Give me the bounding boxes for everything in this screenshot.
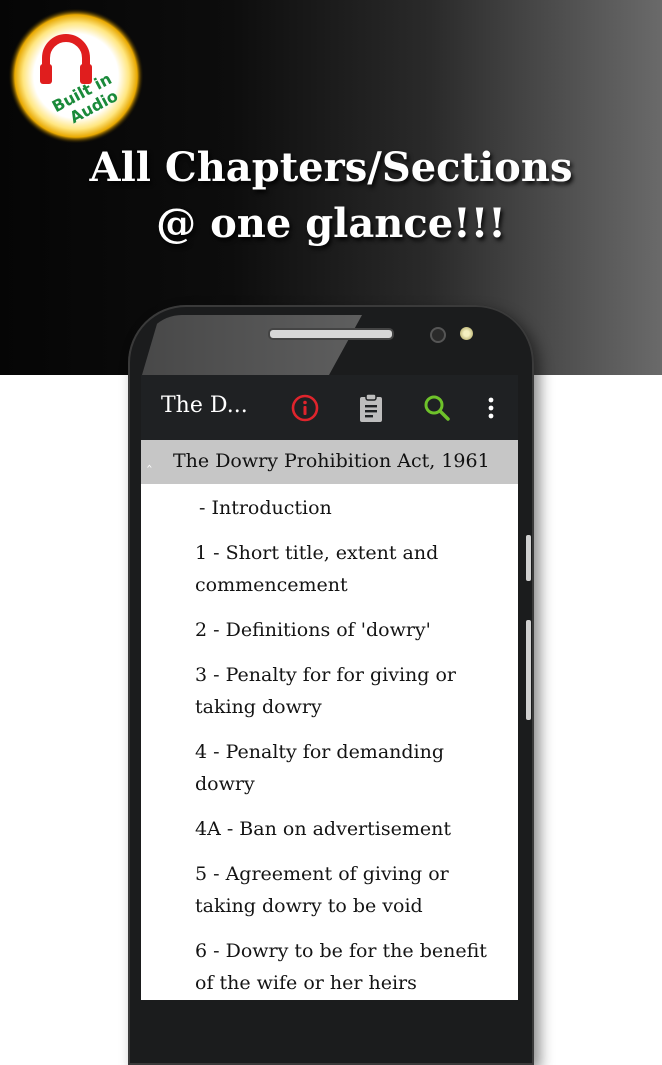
list-item[interactable]: 1 - Short title, extent and commencement [141, 537, 518, 601]
act-group-header[interactable]: ‸ The Dowry Prohibition Act, 1961 [141, 440, 518, 484]
phone-glare [142, 315, 362, 375]
app-screen: The D... ‸ The Dowry Prohibition Act, 19… [141, 375, 518, 1000]
built-in-audio-badge: Built in Audio [6, 6, 146, 146]
clipboard-icon[interactable] [355, 392, 387, 424]
chevron-up-icon[interactable]: ‸ [147, 452, 152, 468]
list-item[interactable]: 3 - Penalty for for giving or taking dow… [141, 659, 518, 723]
toolbar-title: The D... [161, 393, 248, 418]
power-button [526, 620, 531, 720]
sunburst-badge-icon: Built in Audio [8, 8, 144, 144]
list-item[interactable]: - Introduction [141, 492, 518, 524]
volume-button [526, 535, 531, 581]
phone-speaker [268, 328, 394, 340]
light-sensor-icon [460, 327, 473, 340]
headline-line2: @ one glance!!! [156, 200, 506, 247]
search-icon[interactable] [421, 392, 453, 424]
app-toolbar: The D... [141, 375, 518, 440]
list-item[interactable]: 4 - Penalty for demanding dowry [141, 736, 518, 800]
more-vert-icon[interactable] [475, 392, 507, 424]
list-item[interactable]: 4A - Ban on advertisement [141, 813, 518, 845]
list-item[interactable]: 2 - Definitions of 'dowry' [141, 614, 518, 646]
headline: All Chapters/Sections @ one glance!!! [0, 140, 662, 252]
list-item[interactable]: 5 - Agreement of giving or taking dowry … [141, 858, 518, 922]
list-item[interactable]: 6 - Dowry to be for the benefit of the w… [141, 935, 518, 999]
act-title: The Dowry Prohibition Act, 1961 [173, 450, 490, 472]
section-list: - Introduction 1 - Short title, extent a… [141, 492, 518, 999]
headline-line1: All Chapters/Sections [89, 144, 573, 191]
front-camera-icon [430, 327, 446, 343]
info-icon[interactable] [289, 392, 321, 424]
